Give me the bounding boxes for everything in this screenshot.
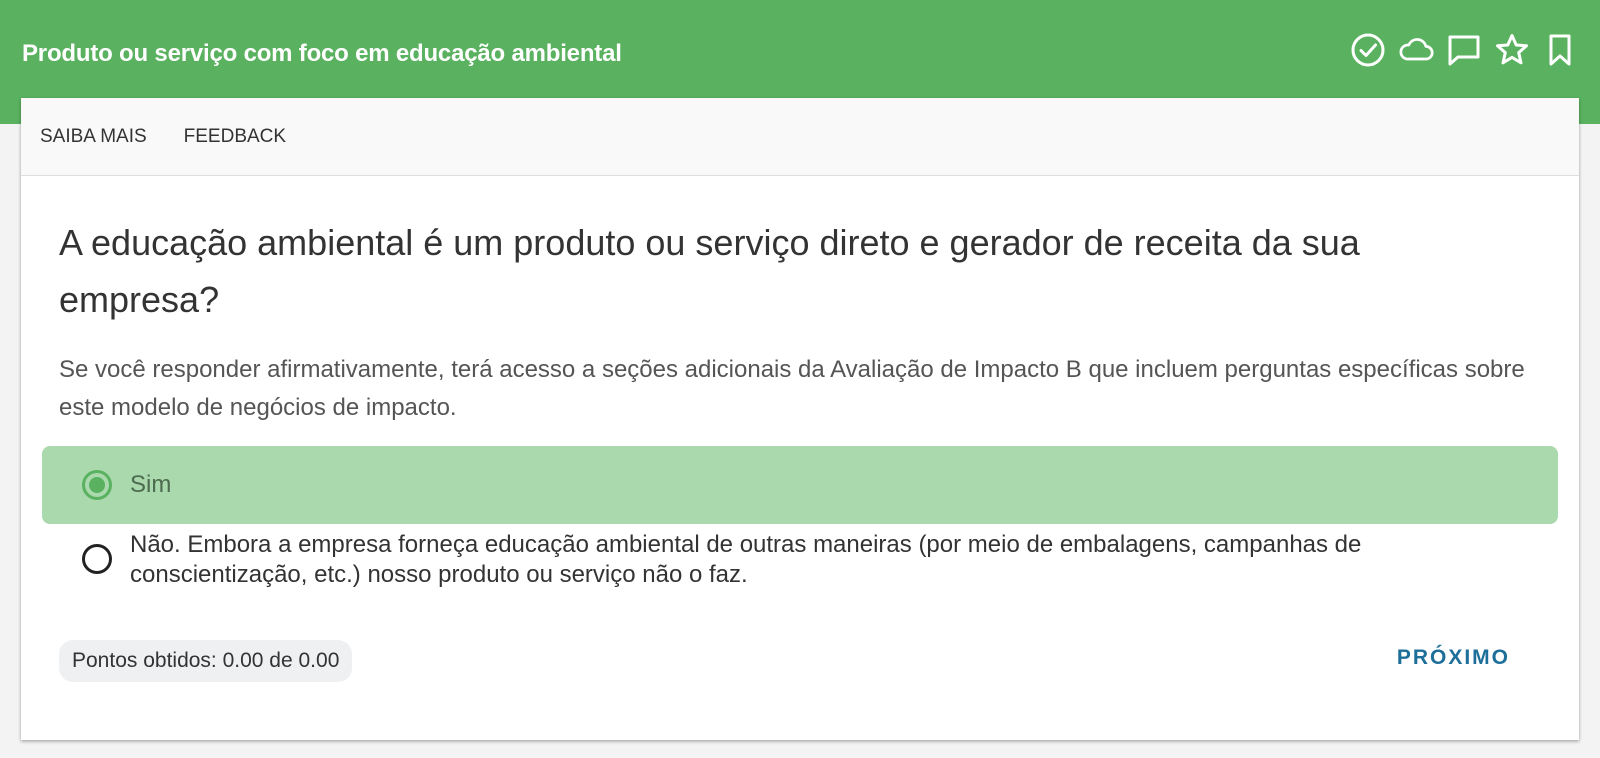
star-icon[interactable] xyxy=(1494,32,1530,68)
next-button[interactable]: PRÓXIMO xyxy=(1397,646,1510,670)
radio-selected-icon[interactable] xyxy=(82,470,112,500)
tab-feedback[interactable]: FEEDBACK xyxy=(165,126,304,148)
tab-saiba-mais[interactable]: SAIBA MAIS xyxy=(21,126,165,148)
question-card: SAIBA MAIS FEEDBACK A educação ambiental… xyxy=(21,98,1579,740)
question-title: A educação ambiental é um produto ou ser… xyxy=(59,222,1360,320)
comment-icon[interactable] xyxy=(1446,32,1482,68)
option-sim[interactable]: Sim xyxy=(42,446,1558,524)
tab-bar: SAIBA MAIS FEEDBACK xyxy=(21,98,1579,176)
page-title: Produto ou serviço com foco em educação … xyxy=(22,40,622,67)
question-description: Se você responder afirmativamente, terá … xyxy=(59,356,1525,421)
option-nao[interactable]: Não. Embora a empresa forneça educação a… xyxy=(42,530,1558,590)
bookmark-icon[interactable] xyxy=(1542,32,1578,68)
radio-unselected-icon[interactable] xyxy=(82,544,112,574)
option-label: Não. Embora a empresa forneça educação a… xyxy=(130,531,1362,588)
check-circle-icon[interactable] xyxy=(1350,32,1386,68)
cloud-icon[interactable] xyxy=(1398,32,1434,68)
score-badge: Pontos obtidos: 0.00 de 0.00 xyxy=(59,640,353,682)
header-actions xyxy=(1350,32,1578,68)
option-label: Sim xyxy=(130,471,172,498)
